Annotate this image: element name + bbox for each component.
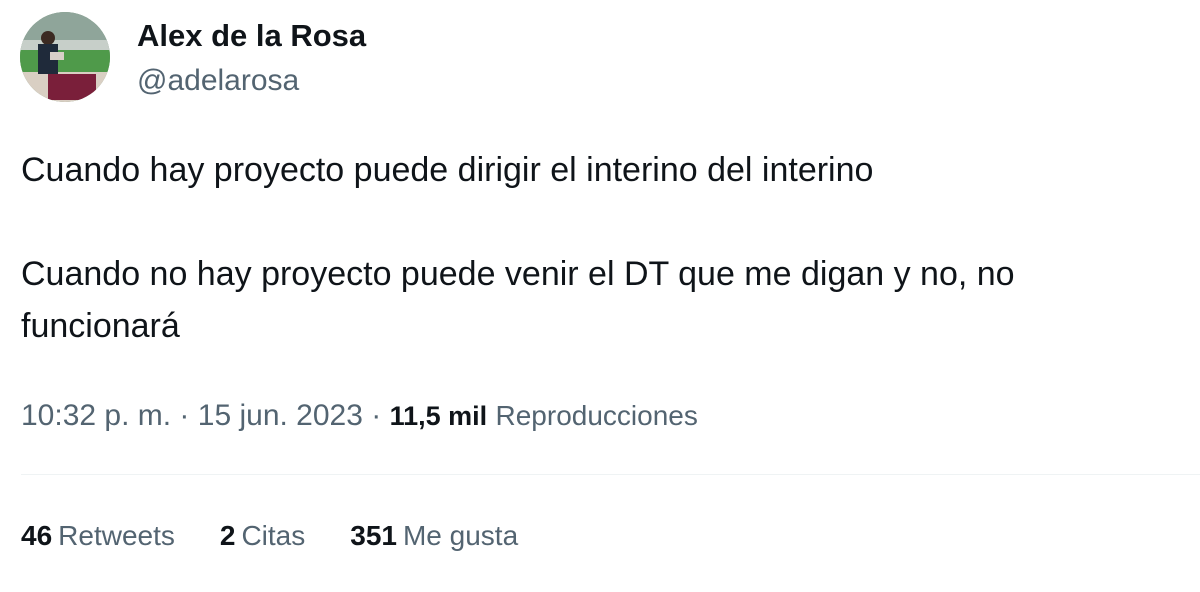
- avatar-image: [20, 12, 110, 102]
- likes-count: 351: [350, 520, 397, 551]
- likes-label: Me gusta: [402, 520, 519, 551]
- quotes-label: Citas: [241, 520, 306, 551]
- tweet-text: Cuando hay proyecto puede dirigir el int…: [21, 144, 1181, 352]
- tweet-meta: 10:32 p. m. · 15 jun. 2023 · 11,5 mil Re…: [21, 394, 698, 438]
- tweet-time-link[interactable]: 10:32 p. m. · 15 jun. 2023: [21, 399, 363, 432]
- retweets-label: Retweets: [58, 520, 175, 551]
- views-label: Reproducciones: [495, 400, 698, 431]
- author-display-name[interactable]: Alex de la Rosa: [137, 16, 366, 56]
- tweet-paragraph-1: Cuando hay proyecto puede dirigir el int…: [21, 151, 874, 189]
- tweet-time: 10:32 p. m.: [21, 399, 172, 432]
- quotes-count: 2: [219, 520, 236, 551]
- quotes-stat[interactable]: 2 Citas: [220, 516, 305, 556]
- retweets-count: 46: [21, 520, 53, 551]
- likes-stat[interactable]: 351 Me gusta: [350, 516, 518, 556]
- tweet-stats: 46 Retweets 2 Citas 351 Me gusta: [21, 516, 563, 556]
- tweet-card: Alex de la Rosa @adelarosa Cuando hay pr…: [0, 0, 1200, 592]
- meta-separator-2: ·: [362, 399, 390, 432]
- author-names: Alex de la Rosa @adelarosa: [137, 16, 366, 101]
- avatar[interactable]: [20, 12, 110, 102]
- tweet-date: 15 jun. 2023: [197, 399, 363, 432]
- divider: [21, 474, 1200, 475]
- tweet-header: Alex de la Rosa @adelarosa: [20, 12, 366, 102]
- retweets-stat[interactable]: 46 Retweets: [21, 516, 175, 556]
- tweet-paragraph-2: Cuando no hay proyecto puede venir el DT…: [21, 255, 1015, 345]
- author-handle[interactable]: @adelarosa: [137, 61, 366, 101]
- meta-separator: ·: [171, 399, 198, 432]
- views-count: 11,5 mil: [389, 401, 488, 431]
